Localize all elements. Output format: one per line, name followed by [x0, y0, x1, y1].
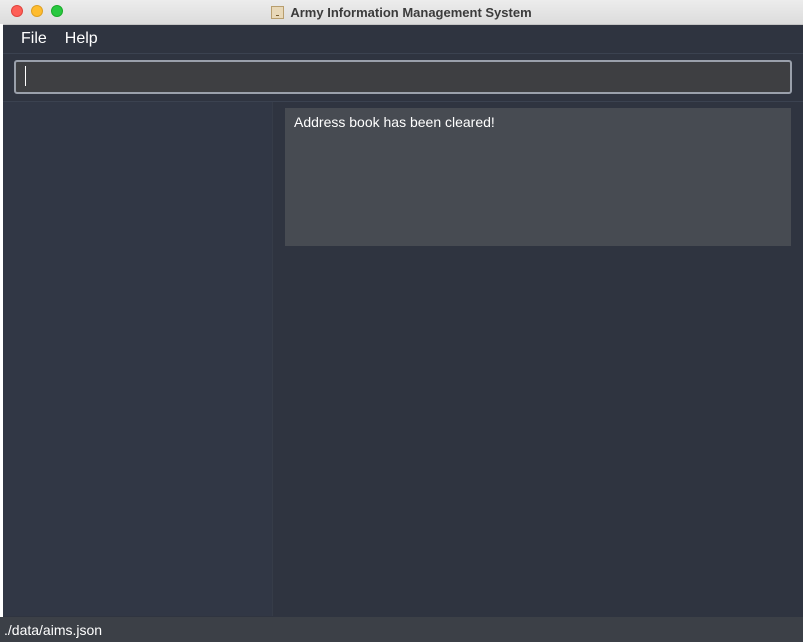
app-icon	[271, 5, 285, 19]
menu-bar: File Help	[3, 25, 803, 54]
result-panel: Address book has been cleared!	[273, 102, 803, 616]
menu-file[interactable]: File	[12, 30, 56, 48]
command-input[interactable]	[14, 60, 792, 94]
title-bar[interactable]: Army Information Management System	[0, 0, 803, 25]
app-window: Army Information Management System File …	[0, 0, 803, 642]
window-title-container: Army Information Management System	[0, 0, 803, 24]
result-display: Address book has been cleared!	[285, 108, 791, 246]
command-box-area	[3, 54, 803, 102]
person-list-panel[interactable]	[3, 102, 273, 616]
result-message: Address book has been cleared!	[294, 114, 495, 130]
text-cursor	[25, 66, 26, 86]
menu-help[interactable]: Help	[56, 30, 107, 48]
status-bar: ./data/aims.json	[0, 617, 803, 642]
window-title: Army Information Management System	[290, 4, 532, 20]
save-location: ./data/aims.json	[4, 621, 103, 638]
